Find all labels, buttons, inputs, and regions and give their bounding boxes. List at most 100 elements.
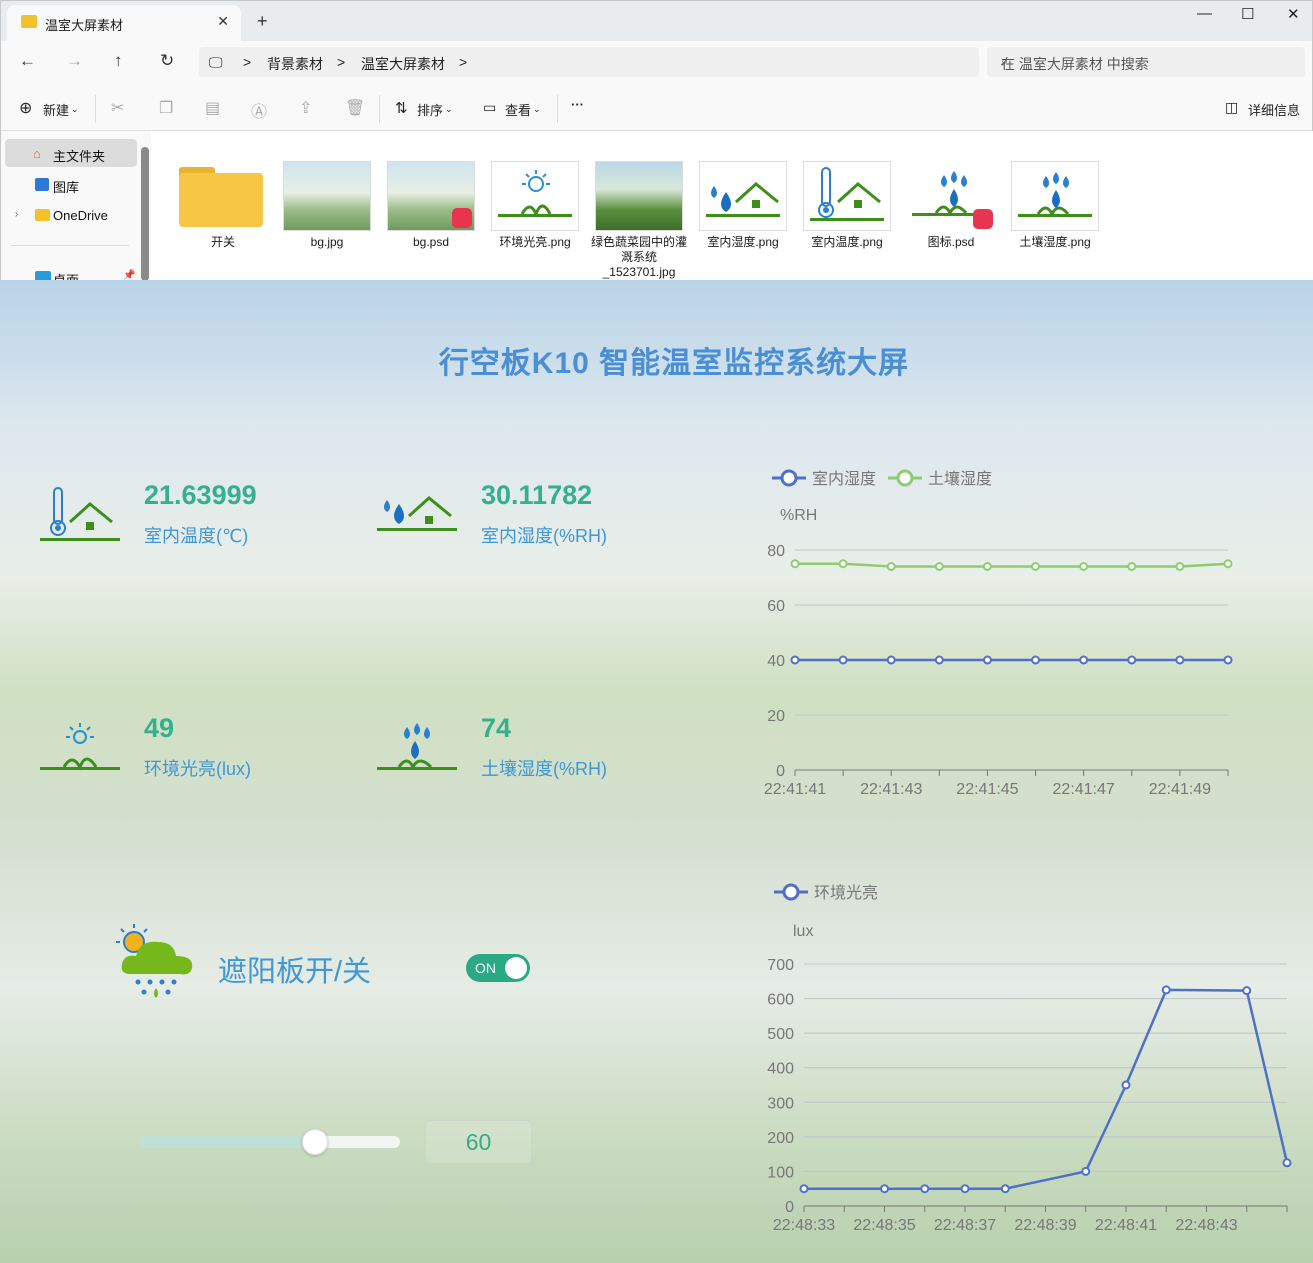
file-name: 开关 [210,235,235,249]
x-tick-label: 22:41:43 [860,781,922,798]
data-point [982,655,992,665]
file-name: 绿色蔬菜园中的灌溉系统_1523701.jpg [591,235,688,279]
refresh-button[interactable]: ↻ [160,51,174,71]
new-button[interactable]: 新建 [43,100,69,119]
file-item[interactable]: 室内湿度.png [695,161,791,250]
computer-icon[interactable]: 🖵 [209,54,223,71]
gallery-icon [35,178,49,191]
y-tick-label: 300 [767,1095,794,1112]
tab-active[interactable]: 温室大屏素材 ✕ [7,5,241,41]
share-icon[interactable]: ⇪ [299,98,312,118]
data-point [934,562,944,571]
close-window-button[interactable]: ✕ [1287,5,1300,23]
file-explorer-window: 温室大屏素材 ✕ + — ☐ ✕ ← → ↑ ↻ 🖵 > 背景素材 > 温室大屏… [0,0,1313,288]
new-tab-button[interactable]: + [257,11,268,32]
data-point [1161,985,1171,995]
data-point [1079,655,1089,665]
data-point [1079,562,1089,571]
chevron-down-icon[interactable]: ⌄ [533,104,541,115]
copy-icon[interactable]: ❐ [159,98,173,118]
drops-grass-icon [1018,172,1092,218]
y-tick-label: 0 [776,763,785,780]
breadcrumb-separator[interactable]: > [459,54,467,70]
breadcrumb-item-1[interactable]: 温室大屏素材 [361,54,445,74]
delete-icon[interactable]: 🗑 [345,98,365,118]
close-tab-icon[interactable]: ✕ [217,13,229,30]
x-tick-label: 22:41:41 [764,781,826,798]
psd-badge-icon [452,208,472,228]
chevron-right-icon[interactable]: › [15,209,18,220]
psd-badge-icon [973,209,993,229]
chevron-down-icon[interactable]: ⌄ [445,104,453,115]
view-icon[interactable]: ▭ [483,99,496,116]
y-tick-label: 80 [767,543,785,560]
forward-button[interactable]: → [66,51,83,71]
file-item[interactable]: bg.jpg [279,161,375,250]
file-item[interactable]: 土壤湿度.png [1007,161,1103,250]
sidebar-item-label: 主文件夹 [53,149,106,164]
file-item[interactable]: 绿色蔬菜园中的灌溉系统_1523701.jpg [591,161,687,280]
sort-button[interactable]: 排序 [417,100,443,119]
tab-title: 温室大屏素材 [45,18,124,33]
up-button[interactable]: ↑ [114,51,123,71]
file-item[interactable]: bg.psd [383,161,479,250]
minimize-button[interactable]: — [1197,5,1212,22]
legend-label: 土壤湿度 [928,469,992,488]
breadcrumb-item-0[interactable]: 背景素材 [267,54,323,74]
view-button[interactable]: 查看 [505,100,531,119]
chevron-down-icon[interactable]: ⌄ [71,104,79,115]
image-thumbnail [283,161,371,231]
data-point [920,1184,930,1194]
details-pane-icon[interactable]: ◫ [1225,99,1238,116]
y-tick-label: 60 [767,598,785,615]
data-point [799,1184,809,1194]
sidebar-item-gallery[interactable]: 图库 [5,170,137,198]
sidebar-item-onedrive[interactable]: › OneDrive [5,201,137,229]
y-tick-label: 40 [767,653,785,670]
data-point [1242,986,1252,996]
data-point [790,559,800,569]
scrollbar[interactable] [141,147,149,281]
file-item[interactable]: 开关 [175,161,271,250]
rename-icon[interactable]: Ⓐ [251,98,267,122]
sidebar-item-home[interactable]: ⌂ 主文件夹 [5,139,137,167]
dashboard-screen: 行空板K10 智能温室监控系统大屏 21.63999 室内温度(℃) 30.11… [0,280,1313,1263]
series-line [804,988,1289,1190]
breadcrumb-separator[interactable]: > [243,54,251,70]
search-input[interactable]: 在 温室大屏素材 中搜索 ⌕ [987,47,1305,77]
file-name: bg.jpg [310,235,344,249]
folder-icon [35,209,50,221]
sort-icon[interactable]: ⇅ [395,99,408,117]
details-button[interactable]: 详细信息 [1248,100,1300,119]
data-point [838,655,848,665]
data-point [934,655,944,665]
x-tick-label: 22:41:45 [956,781,1018,798]
y-tick-label: 0 [785,1199,794,1216]
image-thumbnail [491,161,579,231]
series-line [795,562,1229,568]
file-item[interactable]: 图标.psd [903,161,999,250]
data-point [790,655,800,665]
y-tick-label: 20 [767,708,785,725]
file-item[interactable]: 环境光亮.png [487,161,583,250]
file-name: 室内湿度.png [707,235,779,249]
x-tick-label: 22:48:37 [934,1217,996,1234]
data-point [880,1184,889,1194]
data-point [1223,655,1233,665]
new-icon[interactable]: ⊕ [19,98,32,118]
legend-marker [896,469,914,487]
file-item[interactable]: 室内温度.png [799,161,895,250]
y-axis-label: lux [793,923,813,940]
legend-label: 室内湿度 [812,470,876,488]
breadcrumb-separator[interactable]: > [337,54,345,70]
breadcrumb[interactable]: 🖵 > 背景素材 > 温室大屏素材 > [199,47,979,77]
data-point [886,562,896,571]
cut-icon[interactable]: ✂ [111,98,124,118]
paste-icon[interactable]: ▤ [205,98,220,118]
more-options-button[interactable]: ··· [571,97,584,112]
search-icon[interactable]: ⌕ [1001,53,1293,69]
x-tick-label: 22:41:49 [1149,781,1211,798]
data-point [1081,1166,1091,1176]
back-button[interactable]: ← [19,51,36,71]
maximize-button[interactable]: ☐ [1241,5,1254,23]
